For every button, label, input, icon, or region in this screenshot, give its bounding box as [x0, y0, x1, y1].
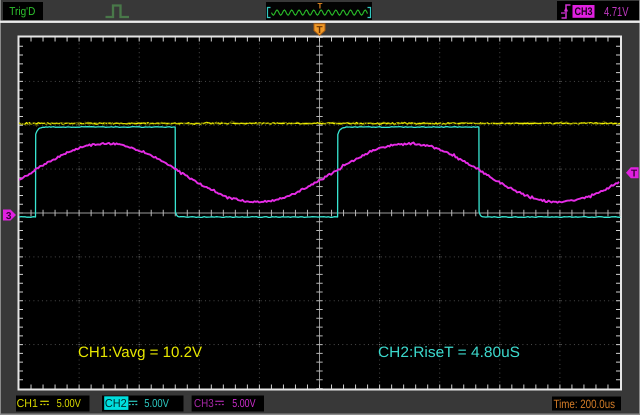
svg-text:CH1: CH1 [17, 398, 38, 410]
svg-text:3: 3 [6, 211, 12, 222]
svg-text:CH2: CH2 [105, 398, 127, 410]
svg-text:4.71V: 4.71V [604, 4, 629, 19]
svg-text:5.00V: 5.00V [232, 398, 255, 410]
svg-text:T: T [317, 25, 323, 36]
svg-text:5.00V: 5.00V [57, 398, 82, 410]
svg-text:CH2:RiseT = 4.80uS: CH2:RiseT = 4.80uS [378, 344, 520, 361]
svg-text:T: T [631, 169, 637, 180]
svg-text:Trig'D: Trig'D [9, 6, 35, 18]
svg-text:Time: 200.0us: Time: 200.0us [554, 397, 616, 411]
svg-text:CH1:Vavg = 10.2V: CH1:Vavg = 10.2V [78, 344, 202, 361]
svg-text:CH3: CH3 [194, 398, 214, 410]
svg-text:5.00V: 5.00V [144, 398, 169, 410]
svg-text:CH3: CH3 [575, 6, 593, 18]
svg-text:T: T [318, 1, 323, 10]
